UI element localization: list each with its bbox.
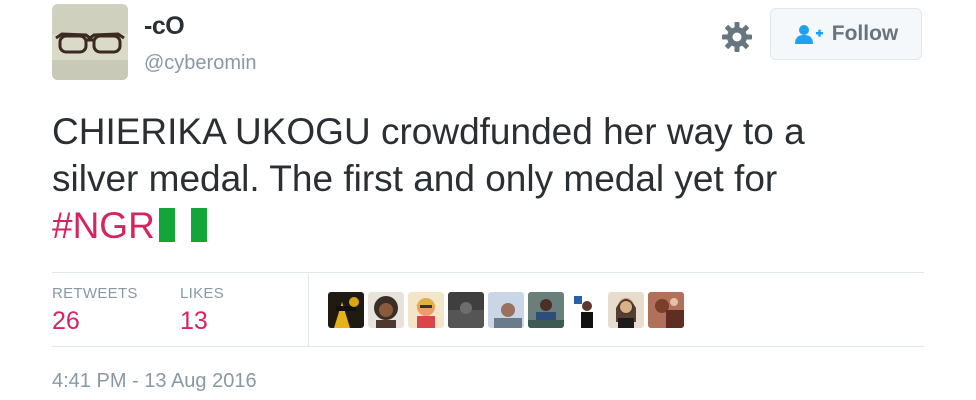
liker-avatar[interactable] (608, 292, 644, 328)
liker-avatar[interactable] (568, 292, 604, 328)
stats-divider-bottom (52, 346, 924, 347)
avatar[interactable] (52, 4, 128, 80)
retweets-count[interactable]: 26 (52, 307, 80, 336)
gear-icon[interactable] (720, 20, 754, 54)
liker-avatar[interactable] (368, 292, 404, 328)
follow-button[interactable]: Follow (770, 8, 922, 60)
tweet-text-line-2: silver medal. The first and only medal y… (52, 158, 778, 199)
stats-separator (308, 274, 309, 346)
liker-avatar[interactable] (328, 292, 364, 328)
liker-avatar[interactable] (448, 292, 484, 328)
display-name[interactable]: -cO (144, 12, 185, 41)
user-handle[interactable]: @cyberomin (144, 52, 257, 75)
likers-avatars (328, 292, 684, 328)
tweet-text-line-1: CHIERIKA UKOGU crowdfunded her way to a (52, 111, 805, 152)
follow-label: Follow (831, 22, 899, 45)
liker-avatar[interactable] (528, 292, 564, 328)
hashtag-link[interactable]: #NGR (52, 205, 155, 246)
liker-avatar[interactable] (488, 292, 524, 328)
add-user-icon (794, 25, 823, 44)
nigeria-flag-icon (158, 206, 207, 242)
stats-divider-top (52, 272, 924, 273)
tweet-text: CHIERIKA UKOGU crowdfunded her way to a … (52, 108, 932, 249)
retweets-label: RETWEETS (52, 285, 138, 302)
likes-count[interactable]: 13 (180, 307, 208, 336)
liker-avatar[interactable] (648, 292, 684, 328)
liker-avatar[interactable] (408, 292, 444, 328)
glasses-avatar-image (52, 4, 128, 80)
likes-label: LIKES (180, 285, 225, 302)
tweet-timestamp[interactable]: 4:41 PM - 13 Aug 2016 (52, 370, 257, 393)
